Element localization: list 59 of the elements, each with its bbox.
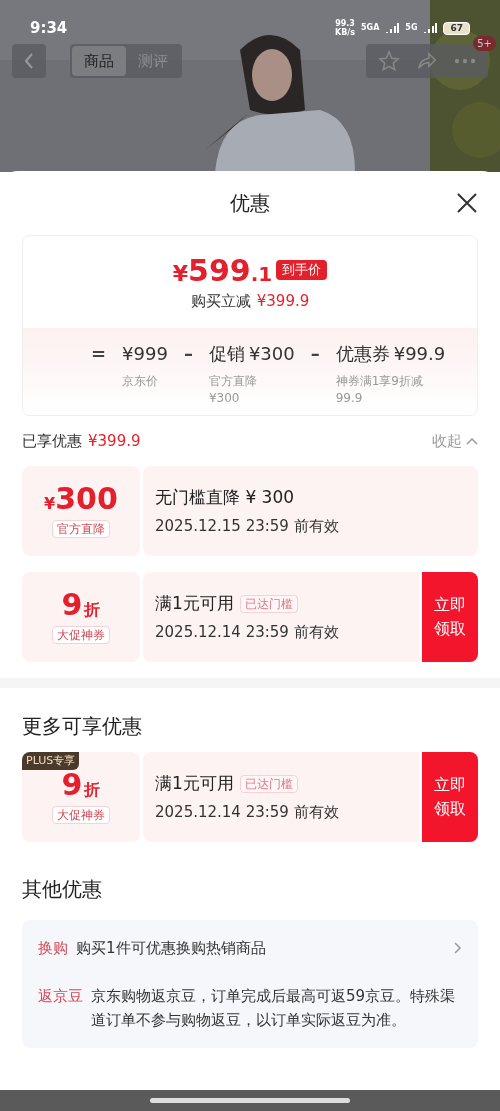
star-icon[interactable] bbox=[378, 50, 400, 72]
status-time: 9:34 bbox=[30, 17, 68, 39]
coupon-amount: ¥300 bbox=[44, 484, 118, 516]
coupon-tag: 官方直降 bbox=[52, 520, 110, 538]
threshold-tag: 已达门槛 bbox=[239, 774, 298, 793]
network-speed: 99.3 KB/s bbox=[335, 19, 355, 37]
signal-icon bbox=[385, 23, 400, 33]
price-tag: 到手价 bbox=[276, 260, 328, 280]
section-title: 其他优惠 bbox=[22, 876, 102, 903]
final-price: ¥599.1 bbox=[172, 256, 273, 286]
offer-label: 换购 bbox=[38, 938, 68, 959]
nav-tab[interactable]: 商品 bbox=[72, 46, 126, 76]
breakdown-value: ¥300 bbox=[248, 342, 295, 366]
coupon-discount: 9折 bbox=[61, 770, 101, 802]
offer-label: 返京豆 bbox=[38, 986, 83, 1007]
breakdown-note: 99.9 bbox=[335, 390, 364, 407]
coupon-tag: 大促神券 bbox=[52, 626, 110, 644]
breakdown-note: ¥300 bbox=[208, 390, 241, 407]
coupon-tag: 大促神券 bbox=[52, 806, 110, 824]
network-label: 5GA bbox=[361, 22, 380, 34]
signal-icon bbox=[423, 23, 438, 33]
network-label: 5G bbox=[405, 22, 418, 34]
breakdown-note: 官方直降 bbox=[208, 373, 258, 390]
back-button[interactable] bbox=[12, 44, 46, 78]
coupon-title: 满1元可用 bbox=[155, 772, 234, 795]
coupon-validity: 2025.12.14 23:59 前有效 bbox=[155, 801, 339, 823]
claim-button[interactable]: 立即领取 bbox=[422, 572, 478, 662]
back-icon bbox=[24, 53, 34, 69]
collapse-toggle[interactable]: 收起 bbox=[432, 429, 478, 453]
coupon-title: 无门槛直降 ¥ 300 bbox=[155, 486, 295, 509]
operator-sign: = bbox=[91, 342, 107, 366]
saving-label: 购买立减 bbox=[190, 291, 251, 312]
claim-button[interactable]: 立即领取 bbox=[422, 752, 478, 842]
coupon-discount: 9折 bbox=[61, 590, 101, 622]
saving-value: ¥399.9 bbox=[256, 291, 310, 312]
section-title: 更多可享优惠 bbox=[22, 713, 142, 740]
operator-sign: – bbox=[183, 342, 193, 366]
close-icon[interactable] bbox=[456, 192, 478, 214]
enjoyed-label: 已享优惠 bbox=[22, 430, 82, 452]
breakdown-note: 京东价 bbox=[122, 373, 160, 390]
offer-text: 京东购物返京豆，订单完成后最高可返59京豆。特殊渠道订单不参与购物返豆，以订单实际返豆为准。 bbox=[91, 986, 457, 1031]
offer-text: 购买1件可优惠换购热销商品 bbox=[76, 938, 266, 959]
more-icon[interactable] bbox=[454, 58, 476, 64]
chevron-icon bbox=[466, 437, 478, 445]
breakdown-label: 优惠券 bbox=[335, 342, 390, 366]
coupon-validity: 2025.12.15 23:59 前有效 bbox=[155, 515, 339, 537]
breakdown-value: ¥99.9 bbox=[393, 342, 446, 366]
plus-ribbon: PLUS专享 bbox=[22, 752, 80, 770]
coupon-title: 满1元可用 bbox=[155, 592, 234, 615]
chevron-right-icon[interactable] bbox=[454, 942, 462, 954]
share-icon[interactable] bbox=[416, 50, 438, 72]
threshold-tag: 已达门槛 bbox=[239, 594, 298, 613]
breakdown-label: 促销 bbox=[208, 342, 245, 366]
breakdown-value: ¥999 bbox=[122, 342, 168, 366]
operator-sign: – bbox=[310, 342, 320, 366]
coupon-validity: 2025.12.14 23:59 前有效 bbox=[155, 621, 339, 643]
breakdown-note: 神券满1享9折减 bbox=[335, 373, 424, 390]
enjoyed-value: ¥399.9 bbox=[88, 430, 141, 452]
sheet-title: 优惠 bbox=[230, 190, 270, 217]
